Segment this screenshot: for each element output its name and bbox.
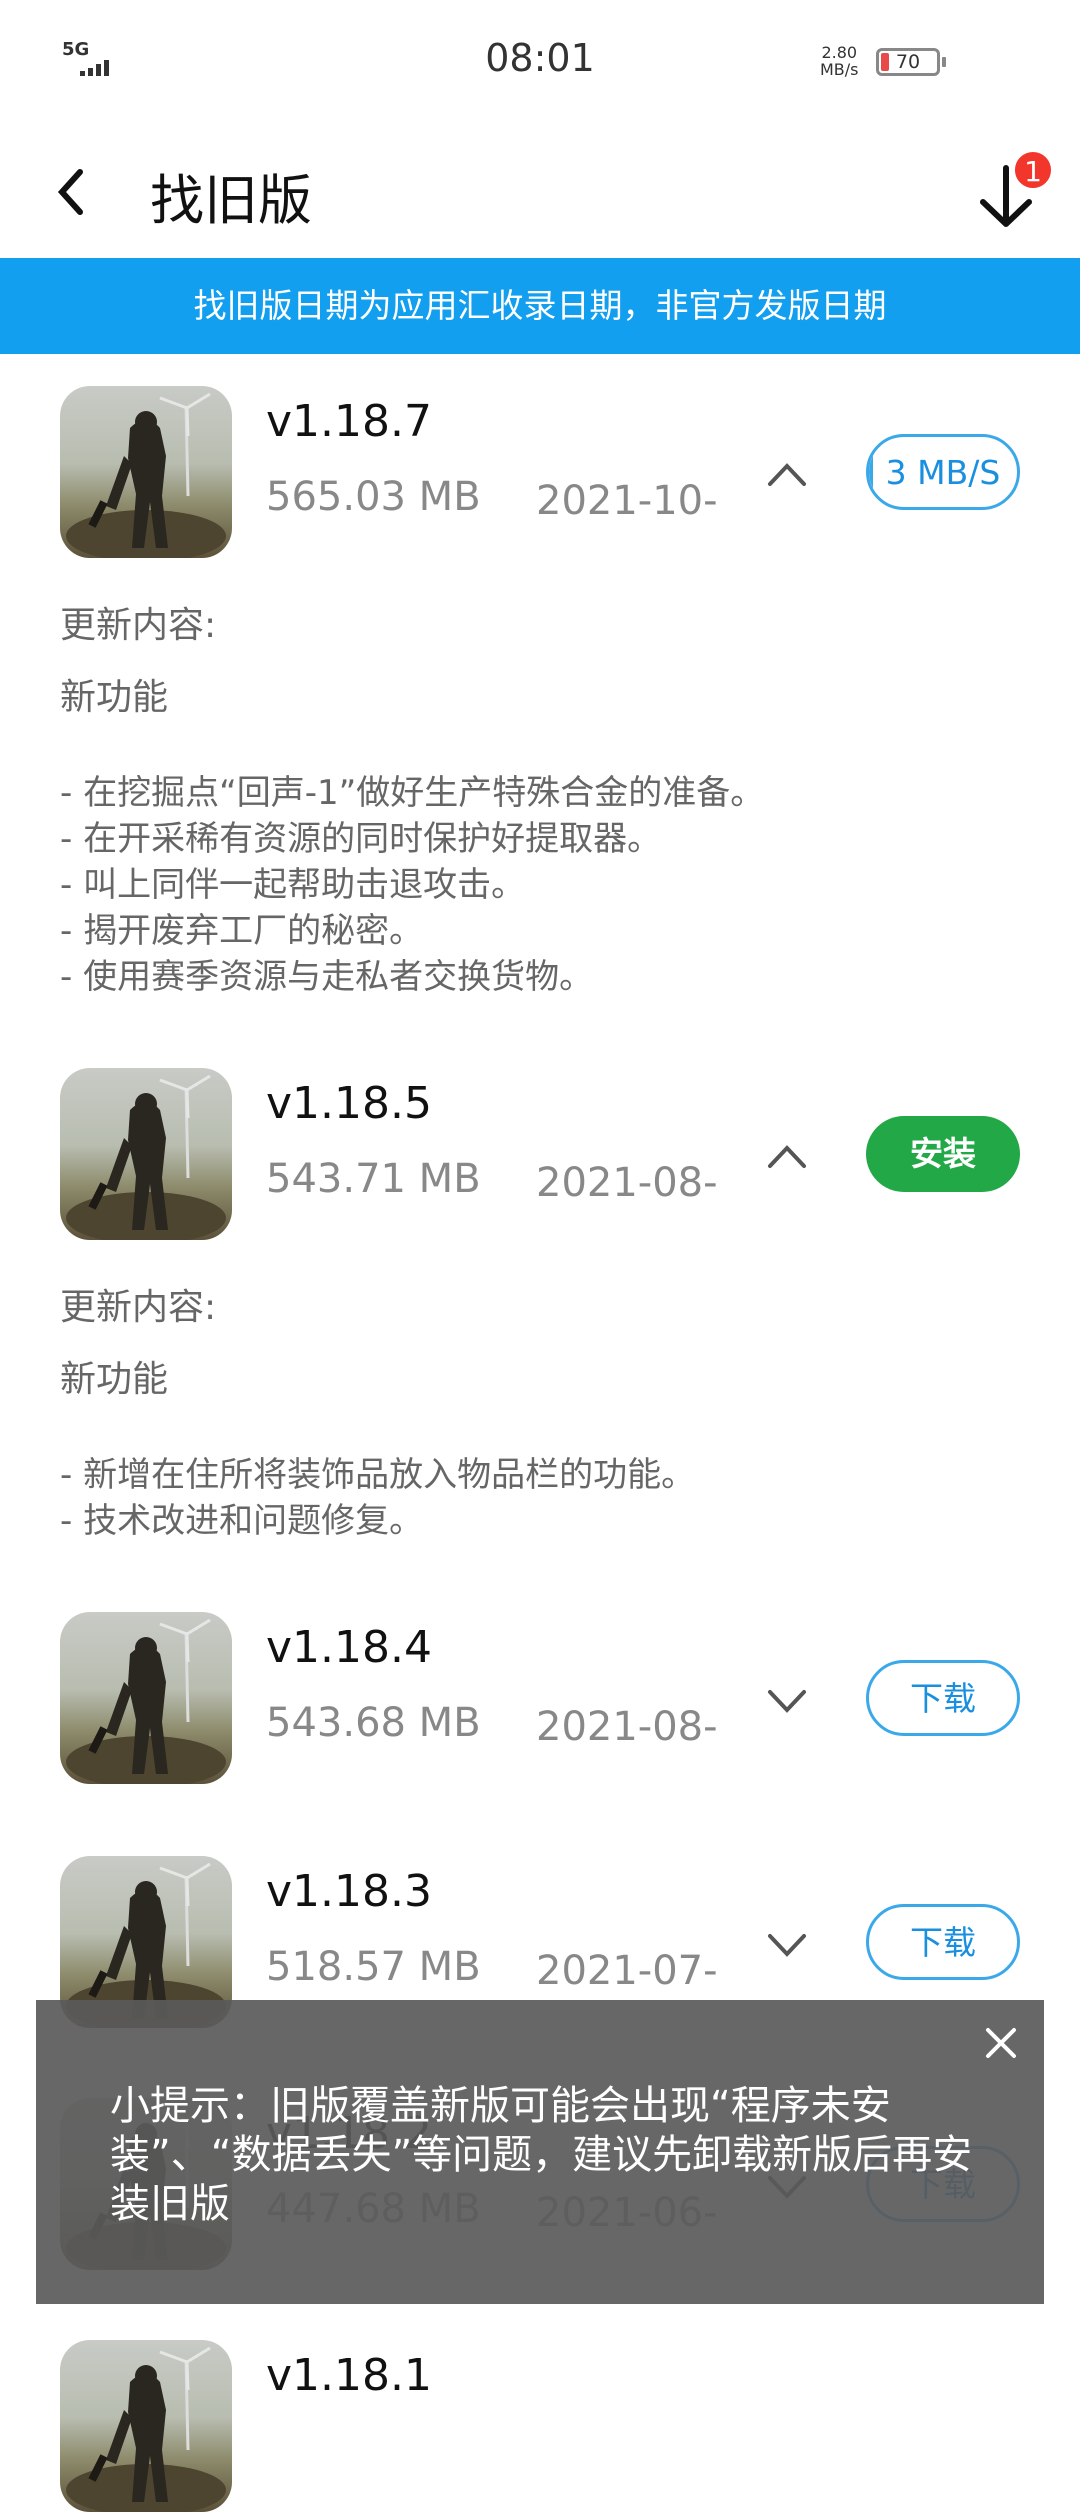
version-number: v1.18.5 <box>266 1078 432 1129</box>
file-size: 543.68 MB <box>266 1700 481 1746</box>
close-toast-button[interactable] <box>976 2018 1026 2068</box>
version-number: v1.18.4 <box>266 1622 432 1673</box>
chevron-down-icon <box>768 1690 806 1713</box>
game-icon-art <box>66 2346 226 2512</box>
change-item: - 在挖掘点“回声-1”做好生产特殊合金的准备。 <box>60 773 765 813</box>
install-button[interactable]: 安装 <box>866 1116 1020 1192</box>
update-notes-header: 更新内容: <box>60 1287 217 1328</box>
game-icon-art <box>66 1618 226 1784</box>
change-item: - 揭开废弃工厂的秘密。 <box>60 911 424 951</box>
version-number: v1.18.3 <box>266 1866 432 1917</box>
release-date: 2021-08-30 <box>536 1160 718 1206</box>
change-item: - 叫上同伴一起帮助击退攻击。 <box>60 865 526 905</box>
expand-toggle[interactable] <box>762 1682 812 1718</box>
game-icon-art <box>66 392 226 558</box>
battery-level: 70 <box>895 51 921 73</box>
change-list: - 新增在住所将装饰品放入物品栏的功能。 - 技术改进和问题修复。 <box>60 1452 1040 1544</box>
app-icon <box>60 1612 232 1784</box>
version-meta: 518.57 MB 2021-07-13 <box>266 1944 736 2000</box>
progress-fill <box>869 437 874 507</box>
status-bar: 5G 08:01 2.80 MB/s 70 <box>0 0 1080 120</box>
app-icon <box>60 2340 232 2512</box>
app-icon <box>60 1068 232 1240</box>
file-size: 518.57 MB <box>266 1944 481 1990</box>
download-button[interactable]: 下载 <box>866 1660 1020 1736</box>
release-date: 2021-08-20 <box>536 1704 718 1750</box>
release-date: 2021-10-08 <box>536 478 718 524</box>
network-speed: 2.80 MB/s <box>820 44 859 78</box>
speed-value: 2.80 <box>821 43 858 62</box>
page-title: 找旧版 <box>150 169 312 232</box>
battery-icon: 70 <box>876 48 946 76</box>
expand-toggle[interactable] <box>762 1138 812 1174</box>
expand-toggle[interactable] <box>762 1926 812 1962</box>
speed-unit: MB/s <box>820 60 859 79</box>
change-item: - 在开采稀有资源的同时保护好提取器。 <box>60 819 662 859</box>
tip-message: 小提示：旧版覆盖新版可能会出现“程序未安装”、“数据丢失”等问题，建议先卸载新版… <box>110 2083 973 2227</box>
version-meta: 543.71 MB 2021-08-30 <box>266 1156 736 1212</box>
close-icon <box>986 2028 1016 2058</box>
file-size: 565.03 MB <box>266 474 481 520</box>
change-item: - 技术改进和问题修复。 <box>60 1501 424 1541</box>
app-header: 找旧版 1 <box>0 120 1080 258</box>
back-button[interactable] <box>52 162 92 222</box>
chevron-up-icon <box>768 1145 806 1168</box>
download-progress-button[interactable]: 3 MB/S <box>866 434 1020 510</box>
version-meta: 565.03 MB 2021-10-08 <box>266 474 736 530</box>
release-date: 2021-07-13 <box>536 1948 718 1994</box>
feature-title: 新功能 <box>60 677 169 718</box>
version-number: v1.18.7 <box>266 396 432 447</box>
download-button[interactable]: 下载 <box>866 1904 1020 1980</box>
chevron-left-icon <box>57 169 83 215</box>
download-speed: 3 MB/S <box>885 453 1001 492</box>
change-item: - 使用赛季资源与走私者交换货物。 <box>60 957 594 997</box>
version-meta: 543.68 MB 2021-08-20 <box>266 1700 736 1756</box>
chevron-down-icon <box>768 1934 806 1957</box>
update-notes-header: 更新内容: <box>60 605 217 646</box>
download-manager-button[interactable]: 1 <box>975 150 1053 230</box>
change-list: - 在挖掘点“回声-1”做好生产特殊合金的准备。 - 在开采稀有资源的同时保护好提… <box>60 770 1040 1000</box>
file-size: 543.71 MB <box>266 1156 481 1202</box>
tip-toast: 小提示：旧版覆盖新版可能会出现“程序未安装”、“数据丢失”等问题，建议先卸载新版… <box>36 2000 1044 2304</box>
expand-toggle[interactable] <box>762 456 812 492</box>
change-item: - 新增在住所将装饰品放入物品栏的功能。 <box>60 1455 696 1495</box>
game-icon-art <box>66 1074 226 1240</box>
chevron-up-icon <box>768 463 806 486</box>
version-number: v1.18.1 <box>266 2350 432 2401</box>
app-icon <box>60 386 232 558</box>
feature-title: 新功能 <box>60 1359 169 1400</box>
update-notes: 更新内容: 新功能 - 新增在住所将装饰品放入物品栏的功能。 - 技术改进和问题修复。 <box>60 1280 1040 1544</box>
download-count-badge: 1 <box>1013 150 1053 190</box>
update-notes: 更新内容: 新功能 - 在挖掘点“回声-1”做好生产特殊合金的准备。 - 在开采稀有资… <box>60 598 1040 1000</box>
notice-banner: 找旧版日期为应用汇收录日期，非官方发版日期 <box>0 258 1080 354</box>
